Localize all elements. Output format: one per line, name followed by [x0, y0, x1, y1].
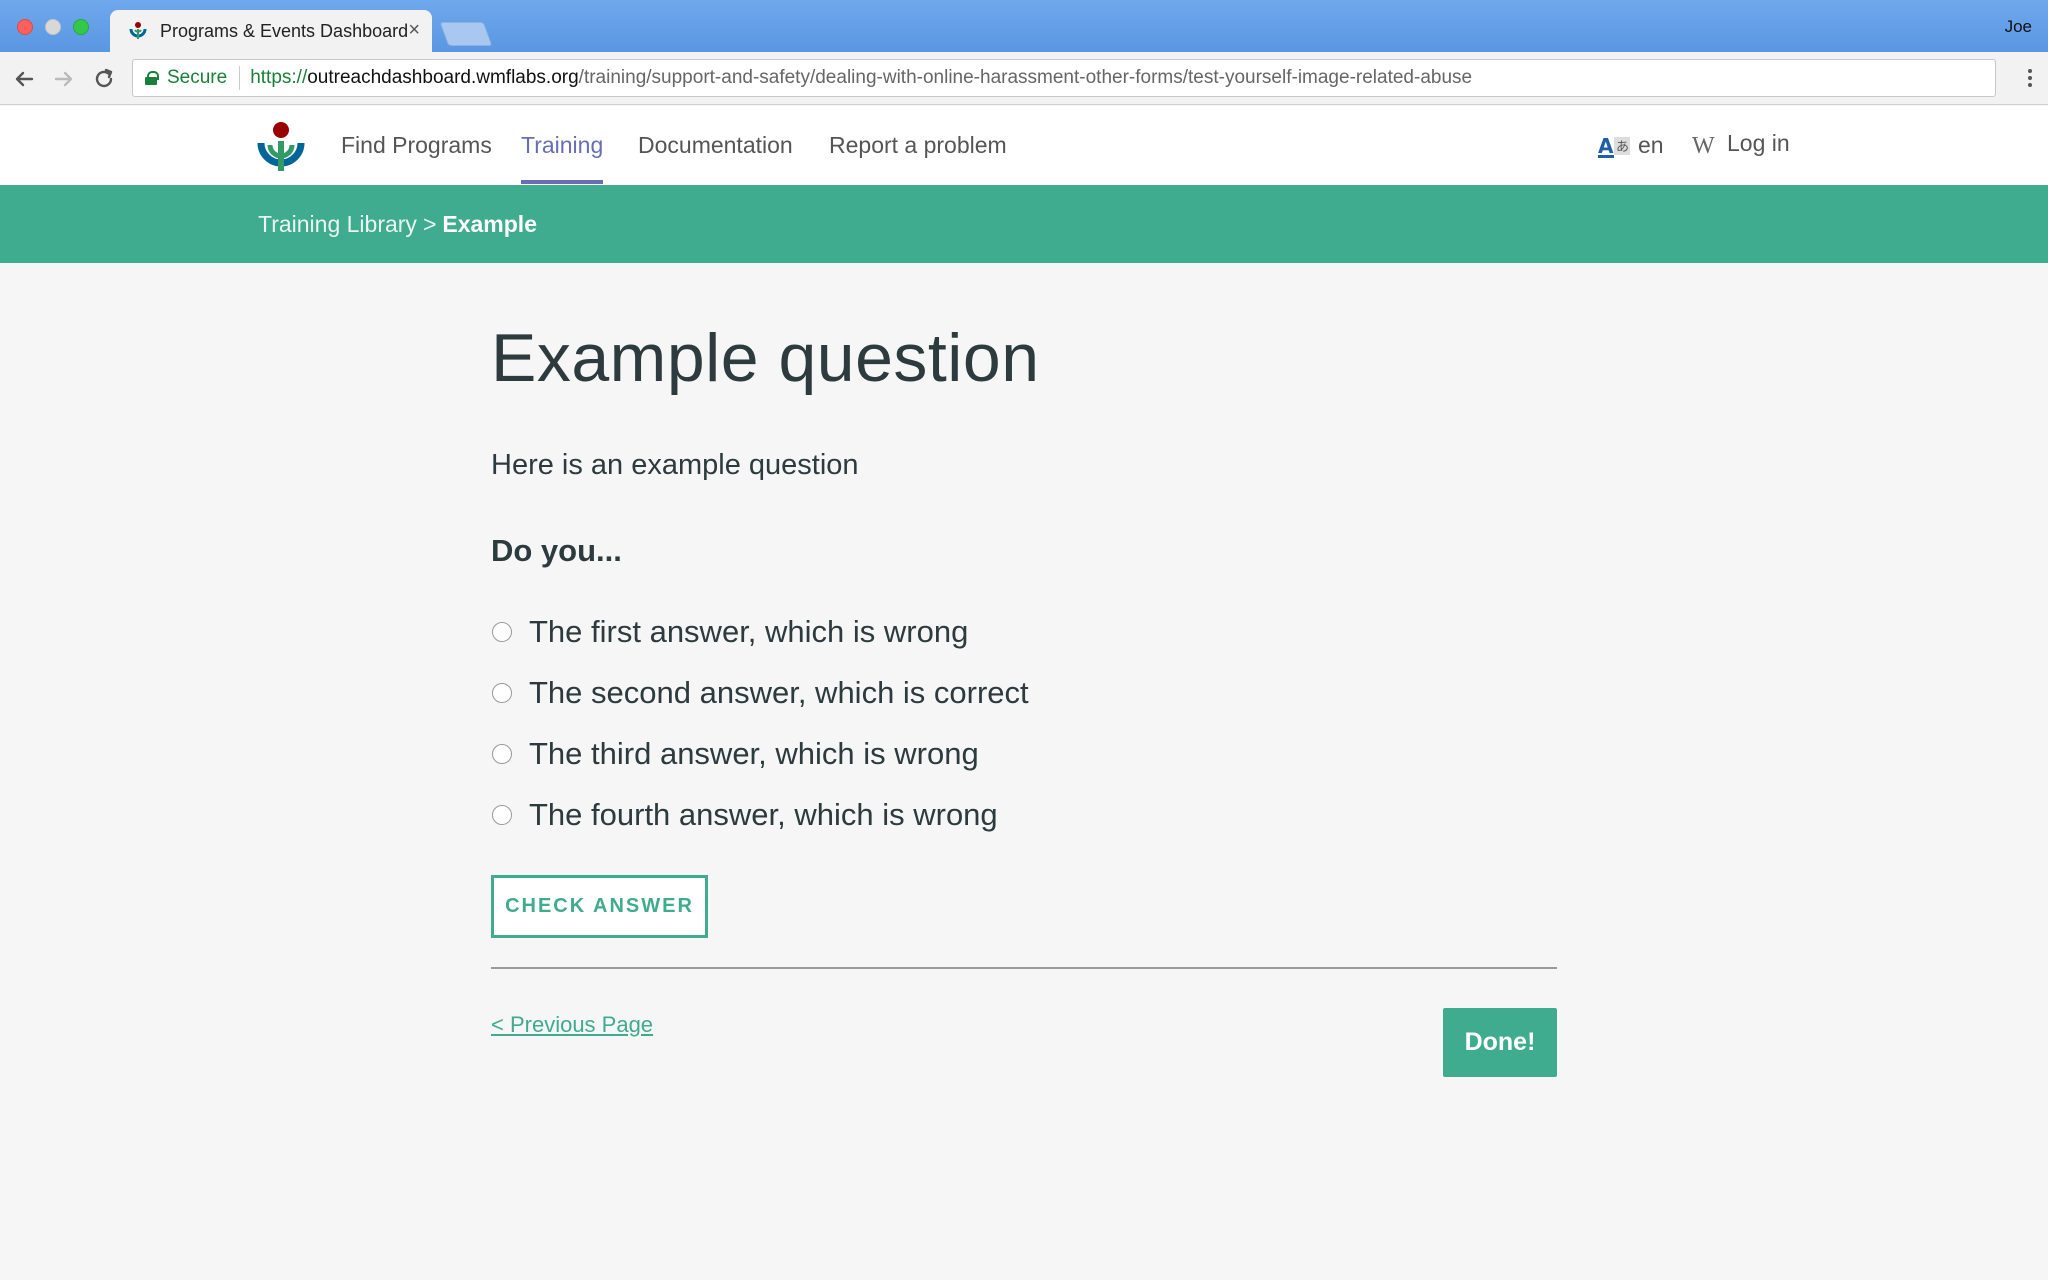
- radio-button[interactable]: [492, 682, 512, 703]
- url-path: /training/support-and-safety/dealing-wit…: [578, 67, 1473, 88]
- lock-icon: [145, 71, 159, 85]
- breadcrumb-band: Training Library > Example: [0, 185, 2048, 263]
- tab-close-icon[interactable]: ×: [408, 19, 420, 42]
- answer-list: The first answer, which is wrong The sec…: [491, 601, 1029, 845]
- breadcrumb-separator: >: [422, 211, 437, 237]
- breadcrumb-current: Example: [442, 211, 537, 237]
- radio-button[interactable]: [492, 743, 512, 764]
- browser-titlebar: Programs & Events Dashboard × Joe: [0, 0, 2048, 52]
- answer-option-4[interactable]: The fourth answer, which is wrong: [491, 784, 1029, 845]
- wikimedia-logo-icon[interactable]: [257, 121, 305, 173]
- address-bar[interactable]: Secure https://outreachdashboard.wmflabs…: [132, 59, 1996, 97]
- nav-active-indicator: [521, 180, 603, 184]
- site-header: Find Programs Training Documentation Rep…: [0, 106, 2048, 185]
- breadcrumb-training-library[interactable]: Training Library: [258, 211, 417, 237]
- radio-button[interactable]: [492, 804, 512, 825]
- nav-documentation[interactable]: Documentation: [638, 132, 793, 159]
- question-prompt: Do you...: [491, 533, 622, 568]
- login-link[interactable]: Log in: [1727, 130, 1790, 157]
- wikimedia-logo-icon: [129, 22, 147, 39]
- content-divider: [491, 967, 1557, 969]
- answer-option-2[interactable]: The second answer, which is correct: [491, 662, 1029, 723]
- answer-label: The fourth answer, which is wrong: [529, 796, 998, 832]
- arrow-left-icon[interactable]: [10, 65, 38, 93]
- previous-page-link[interactable]: < Previous Page: [491, 1012, 653, 1038]
- omnibox-divider: [239, 66, 241, 90]
- wikipedia-w-icon: W: [1692, 133, 1715, 159]
- nav-find-programs[interactable]: Find Programs: [341, 132, 492, 159]
- browser-toolbar: Secure https://outreachdashboard.wmflabs…: [0, 52, 2048, 105]
- done-button[interactable]: Done!: [1443, 1008, 1557, 1077]
- nav-training[interactable]: Training: [521, 132, 603, 159]
- answer-label: The second answer, which is correct: [529, 674, 1029, 710]
- reload-icon[interactable]: [90, 65, 118, 93]
- url-host: outreachdashboard.wmflabs.org: [307, 67, 579, 88]
- breadcrumb: Training Library > Example: [258, 211, 537, 238]
- page-title: Example question: [491, 320, 1040, 396]
- window-minimize-icon[interactable]: [45, 19, 61, 35]
- check-answer-button[interactable]: CHECK ANSWER: [491, 875, 708, 938]
- svg-text:A: A: [1598, 134, 1614, 158]
- window-close-icon[interactable]: [17, 19, 33, 35]
- answer-label: The third answer, which is wrong: [529, 735, 979, 771]
- language-icon[interactable]: A あ: [1596, 133, 1632, 159]
- window-maximize-icon[interactable]: [73, 19, 89, 35]
- question-text: Here is an example question: [491, 449, 859, 481]
- secure-label: Secure: [167, 67, 228, 88]
- svg-text:あ: あ: [1616, 140, 1629, 155]
- new-tab-button[interactable]: [439, 22, 493, 46]
- language-selector[interactable]: en: [1638, 132, 1664, 159]
- answer-label: The first answer, which is wrong: [529, 613, 969, 649]
- tab-title: Programs & Events Dashboard: [160, 20, 409, 41]
- nav-report-problem[interactable]: Report a problem: [829, 132, 1007, 159]
- answer-option-3[interactable]: The third answer, which is wrong: [491, 723, 1029, 784]
- answer-option-1[interactable]: The first answer, which is wrong: [491, 601, 1029, 662]
- profile-name[interactable]: Joe: [2005, 17, 2032, 37]
- arrow-right-icon[interactable]: [50, 65, 78, 93]
- kebab-menu-icon[interactable]: [2026, 64, 2034, 92]
- browser-tab-active[interactable]: Programs & Events Dashboard ×: [110, 10, 432, 52]
- radio-button[interactable]: [492, 621, 512, 642]
- url-scheme: https://: [250, 67, 308, 88]
